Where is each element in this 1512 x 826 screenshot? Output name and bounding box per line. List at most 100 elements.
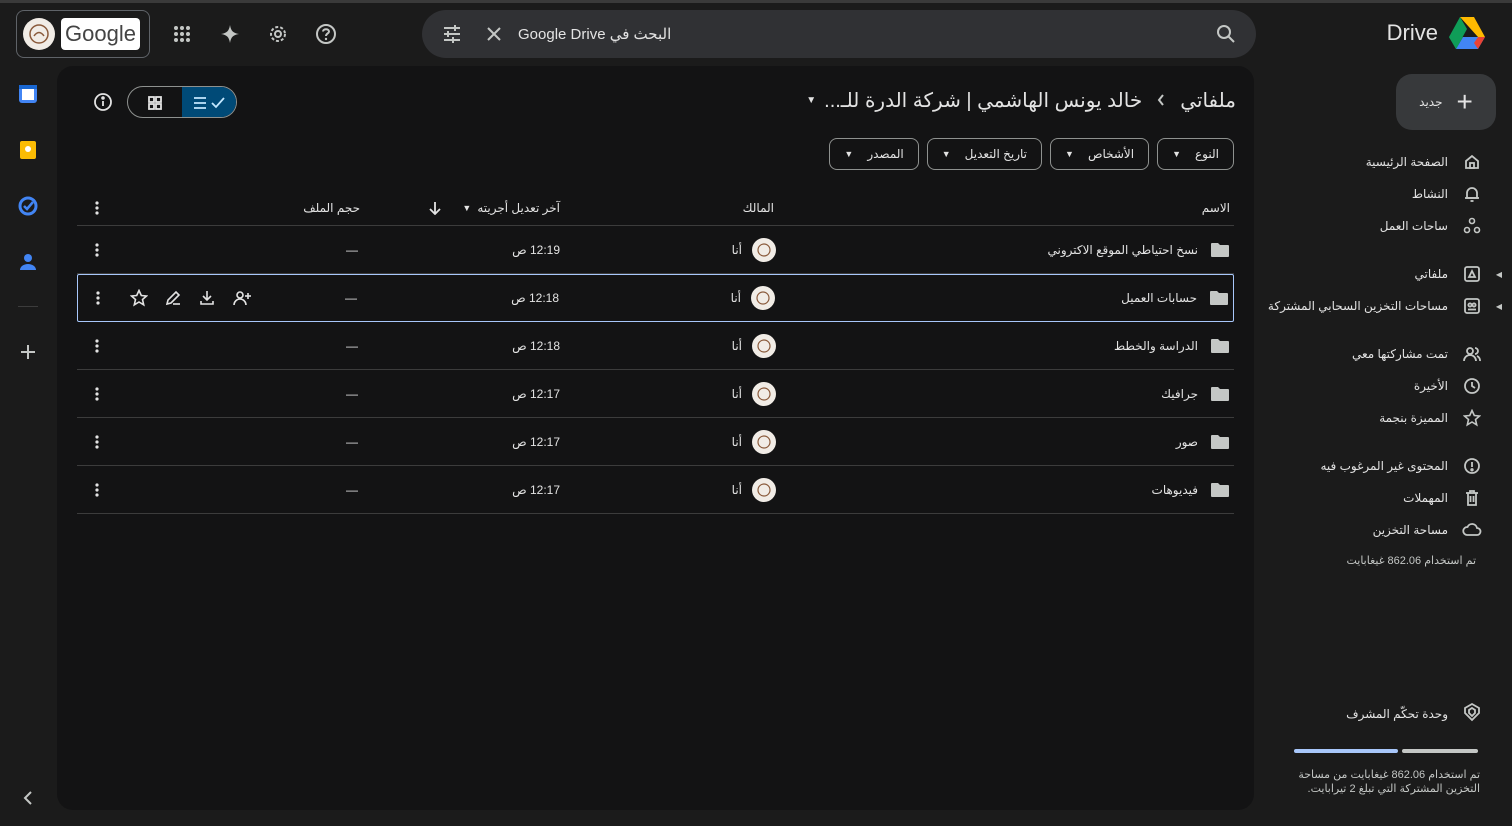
more-vert-icon[interactable] bbox=[95, 322, 99, 369]
modified-time: 12:18 ص bbox=[512, 338, 560, 353]
more-vert-icon[interactable] bbox=[95, 190, 99, 225]
folder-icon bbox=[1210, 338, 1230, 354]
sidebar-item-spam[interactable]: المحتوى غير المرغوب فيه bbox=[1252, 450, 1482, 482]
search-icon[interactable] bbox=[1214, 22, 1238, 46]
file-size: — bbox=[345, 291, 357, 305]
row-quick-actions bbox=[130, 275, 252, 321]
table-row[interactable]: الدراسة والخطط أنا 12:18 ص — bbox=[77, 322, 1234, 370]
row-owner-cell: أنا bbox=[732, 466, 776, 513]
expand-caret-icon[interactable]: ◀ bbox=[1496, 270, 1502, 279]
sort-direction-icon[interactable] bbox=[428, 190, 442, 225]
sidebar-item-home[interactable]: الصفحة الرئيسية bbox=[1252, 146, 1482, 178]
sidebar-item-starred[interactable]: المميزة بنجمة bbox=[1252, 402, 1482, 434]
settings-icon[interactable] bbox=[264, 20, 292, 48]
more-vert-icon[interactable] bbox=[95, 370, 99, 417]
home-icon bbox=[1462, 152, 1482, 172]
sidebar-item-recent[interactable]: الأخيرة bbox=[1252, 370, 1482, 402]
file-size: — bbox=[346, 386, 358, 401]
search-options-icon[interactable] bbox=[440, 22, 464, 46]
collapse-panel-icon[interactable] bbox=[18, 788, 38, 808]
storage-used-text: تم استخدام 862.06 غيغابايت bbox=[1346, 555, 1476, 567]
share-icon[interactable] bbox=[232, 289, 252, 307]
info-icon[interactable] bbox=[93, 92, 113, 112]
new-button[interactable]: + جديد bbox=[1396, 74, 1496, 130]
storage-bar-free bbox=[1402, 749, 1478, 753]
download-icon[interactable] bbox=[198, 289, 216, 307]
file-list: الاسم المالك آخر تعديل أجريته ▼ حجم المل… bbox=[77, 190, 1234, 514]
tasks-icon[interactable] bbox=[16, 194, 40, 218]
add-app-icon[interactable] bbox=[16, 340, 40, 364]
admin-console-link[interactable]: وحدة تحكّم المشرف bbox=[1346, 702, 1482, 725]
caret-down-icon: ▼ bbox=[806, 95, 817, 106]
sidebar-item-label: مساحة التخزين bbox=[1372, 523, 1448, 537]
sidebar-item-storage[interactable]: مساحة التخزين bbox=[1252, 514, 1482, 546]
table-row[interactable]: فيديوهات أنا 12:17 ص — bbox=[77, 466, 1234, 514]
column-owner[interactable]: المالك bbox=[743, 190, 774, 225]
row-owner-cell: أنا bbox=[732, 418, 776, 465]
more-vert-icon[interactable] bbox=[95, 466, 99, 513]
caret-down-icon: ▼ bbox=[844, 149, 854, 159]
account-logo-box[interactable]: Google bbox=[16, 10, 150, 58]
more-vert-icon[interactable] bbox=[95, 226, 99, 273]
file-name: حسابات العميل bbox=[1121, 291, 1197, 305]
filter-people[interactable]: الأشخاص ▼ bbox=[1050, 138, 1150, 170]
folder-icon bbox=[1210, 386, 1230, 402]
table-row[interactable]: جرافيك أنا 12:17 ص — bbox=[77, 370, 1234, 418]
owner-avatar bbox=[752, 333, 776, 358]
modified-time: 12:18 ص bbox=[511, 291, 559, 305]
sidebar-item-my-drive[interactable]: ◀ ملفاتي bbox=[1252, 258, 1502, 290]
more-vert-icon[interactable] bbox=[96, 275, 100, 321]
trash-icon bbox=[1462, 488, 1482, 508]
calendar-icon[interactable] bbox=[16, 82, 40, 106]
file-size: — bbox=[346, 242, 358, 257]
table-row[interactable]: صور أنا 12:17 ص — bbox=[77, 418, 1234, 466]
file-name: صور bbox=[1175, 434, 1198, 449]
sidebar-item-label: النشاط bbox=[1411, 187, 1448, 201]
filter-source[interactable]: المصدر ▼ bbox=[829, 138, 919, 170]
table-row-selected[interactable]: حسابات العميل أنا 12:18 ص — bbox=[77, 274, 1234, 322]
row-owner-cell: أنا bbox=[732, 226, 776, 273]
star-icon[interactable] bbox=[130, 289, 148, 307]
more-vert-icon[interactable] bbox=[95, 418, 99, 465]
filter-label: تاريخ التعديل bbox=[964, 147, 1028, 161]
owner-name: أنا bbox=[731, 482, 742, 497]
search-input[interactable] bbox=[518, 22, 1196, 46]
sidebar-item-shared-with-me[interactable]: تمت مشاركتها معي bbox=[1252, 338, 1482, 370]
table-row[interactable]: نسخ احتياطي الموقع الاكتروني أنا 12:19 ص… bbox=[77, 226, 1234, 274]
drive-brand[interactable]: Drive bbox=[1387, 16, 1486, 50]
storage-bar-used bbox=[1294, 749, 1398, 753]
modified-time: 12:19 ص bbox=[512, 242, 560, 257]
gemini-icon[interactable] bbox=[216, 20, 244, 48]
grid-view-button[interactable] bbox=[128, 87, 182, 117]
file-name: الدراسة والخطط bbox=[1113, 338, 1198, 353]
list-view-button[interactable] bbox=[182, 87, 236, 117]
spam-icon bbox=[1462, 456, 1482, 476]
apps-icon[interactable] bbox=[168, 20, 196, 48]
keep-icon[interactable] bbox=[16, 138, 40, 162]
owner-name: أنا bbox=[731, 242, 742, 257]
filter-modified[interactable]: تاريخ التعديل ▼ bbox=[926, 138, 1043, 170]
sidebar-item-workspaces[interactable]: ساحات العمل bbox=[1252, 210, 1482, 242]
file-size: — bbox=[346, 338, 358, 353]
folder-icon bbox=[1210, 434, 1230, 450]
sidebar-item-trash[interactable]: المهملات bbox=[1252, 482, 1482, 514]
contacts-icon[interactable] bbox=[16, 250, 40, 274]
caret-down-icon: ▼ bbox=[1172, 149, 1182, 159]
help-icon[interactable] bbox=[312, 20, 340, 48]
clear-icon[interactable] bbox=[482, 22, 506, 46]
sidebar-item-activity[interactable]: النشاط bbox=[1252, 178, 1482, 210]
column-size[interactable]: حجم الملف bbox=[303, 190, 360, 225]
filter-label: النوع bbox=[1195, 147, 1219, 161]
shared-with-me-icon bbox=[1462, 344, 1482, 364]
sidebar-item-label: ساحات العمل bbox=[1379, 219, 1448, 233]
expand-caret-icon[interactable]: ◀ bbox=[1496, 302, 1502, 311]
filter-type[interactable]: النوع ▼ bbox=[1157, 138, 1234, 170]
column-name[interactable]: الاسم bbox=[1202, 190, 1230, 225]
breadcrumb-root[interactable]: ملفاتي bbox=[1180, 88, 1236, 113]
sidebar-item-shared-drives[interactable]: ◀ مساحات التخزين السحابي المشتركة bbox=[1252, 290, 1502, 322]
column-modified[interactable]: آخر تعديل أجريته ▼ bbox=[462, 190, 560, 225]
rename-icon[interactable] bbox=[164, 289, 182, 307]
clock-icon bbox=[1462, 376, 1482, 396]
breadcrumb-current[interactable]: خالد يونس الهاشمي | شركة الدرة للـ... ▼ bbox=[806, 88, 1142, 113]
owner-avatar bbox=[752, 429, 776, 454]
